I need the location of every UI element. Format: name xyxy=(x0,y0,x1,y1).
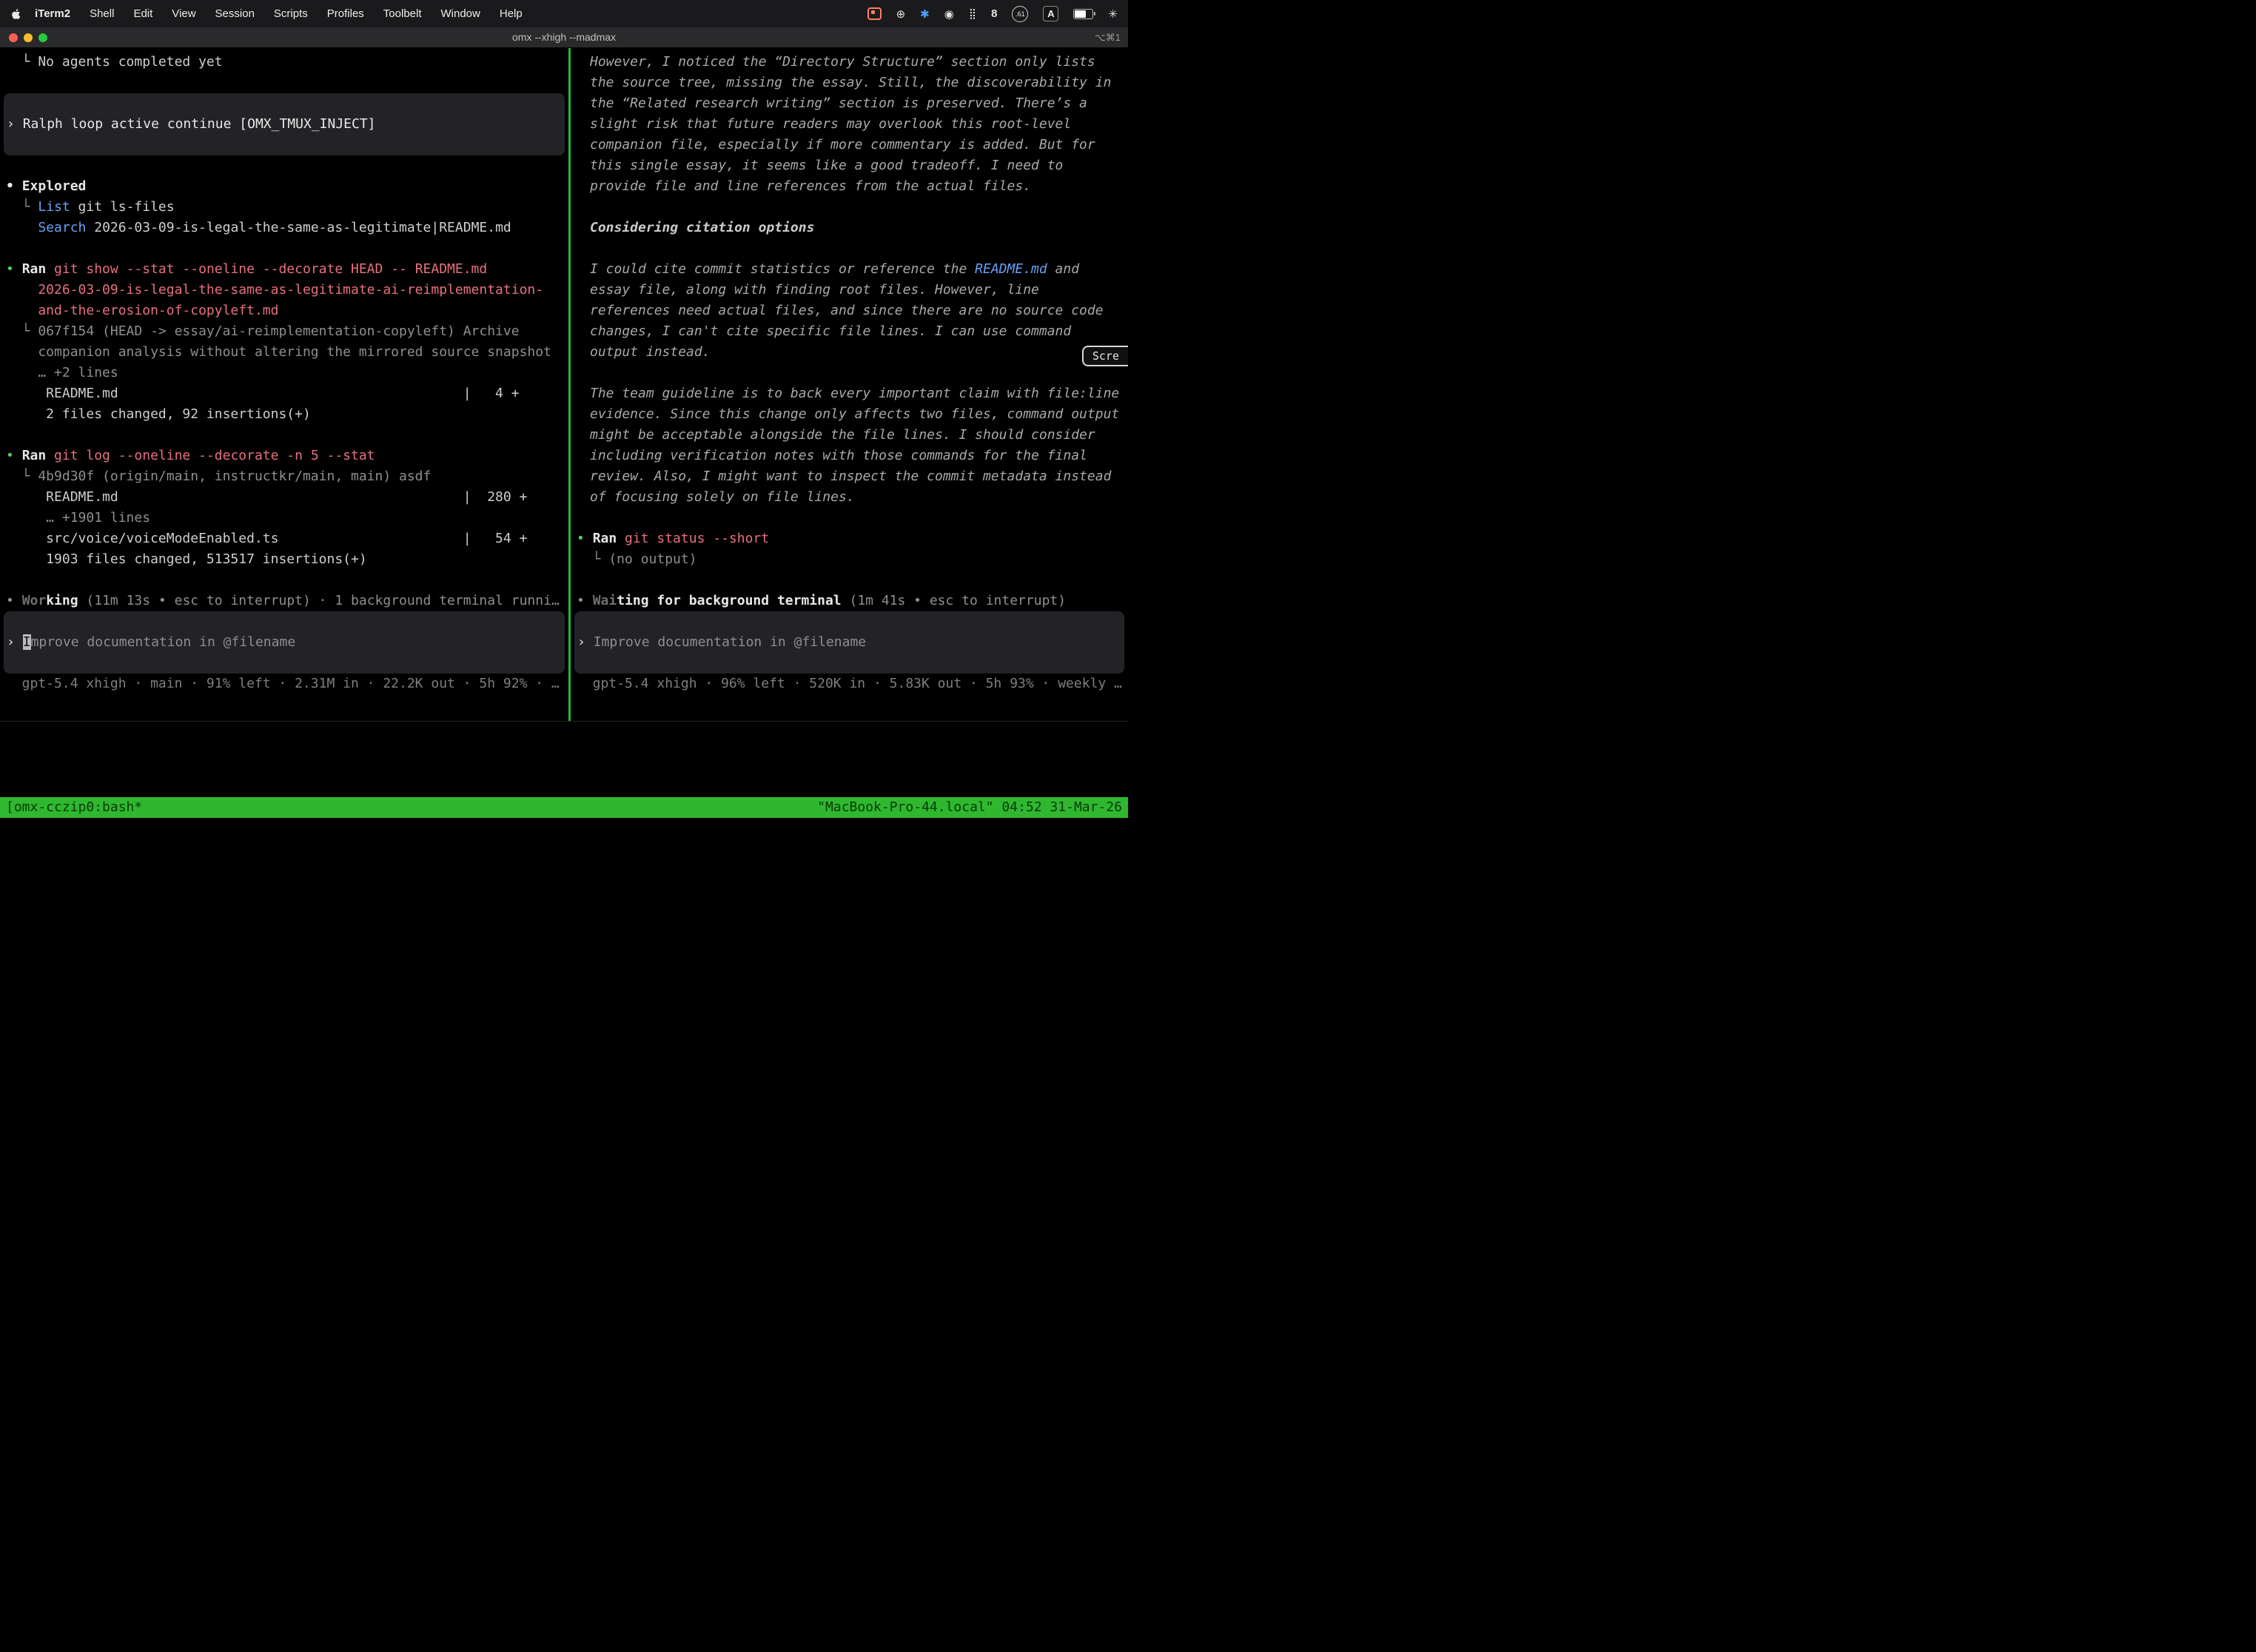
banner-chevron-icon: › xyxy=(7,116,23,132)
ran-git-show-row: • Ran git show --stat --oneline --decora… xyxy=(0,259,568,280)
control-center-icon[interactable]: ✳ xyxy=(1108,7,1118,21)
git-log-stat-2: src/voice/voiceModeEnabled.ts | 54 + xyxy=(0,528,568,549)
menu-shell[interactable]: Shell xyxy=(80,7,124,20)
agents-completed-note: └ No agents completed yet xyxy=(0,52,568,73)
menu-window[interactable]: Window xyxy=(432,7,490,20)
git-show-output-1: └ 067f154 (HEAD -> essay/ai-reimplementa… xyxy=(0,321,568,342)
menu-scripts[interactable]: Scripts xyxy=(264,7,318,20)
waiting-status-row: • Waiting for background terminal (1m 41… xyxy=(571,591,1128,611)
figure-eight-icon[interactable]: 8 xyxy=(991,7,997,20)
git-log-stat-1: README.md | 280 + xyxy=(0,487,568,508)
working-status-row: • Working (11m 13s • esc to interrupt) ·… xyxy=(0,591,568,611)
right-terminal-pane: However, I noticed the “Directory Struct… xyxy=(571,48,1128,721)
desktop-screen: iTerm2 Shell Edit View Session Scripts P… xyxy=(0,0,1128,826)
section-bullet-icon: • xyxy=(6,178,22,194)
menu-toolbelt[interactable]: Toolbelt xyxy=(374,7,432,20)
tmux-status-bar: [omx-cczip0:bash* "MacBook-Pro-44.local"… xyxy=(0,797,1128,818)
swirl-app-icon[interactable]: ✱ xyxy=(920,7,930,21)
window-shortcut-hint: ⌥⌘1 xyxy=(1095,27,1121,48)
reasoning-paragraph-1: However, I noticed the “Directory Struct… xyxy=(590,52,1124,197)
ralph-loop-text: Ralph loop active continue [OMX_TMUX_INJ… xyxy=(23,116,376,132)
menu-profiles[interactable]: Profiles xyxy=(318,7,374,20)
prompt-chevron-icon: › xyxy=(577,634,594,650)
dots-grid-icon[interactable]: ⣿ xyxy=(969,8,976,20)
git-status-output: └ (no output) xyxy=(571,549,1128,570)
ralph-loop-banner: › Ralph loop active continue [OMX_TMUX_I… xyxy=(4,93,565,155)
reasoning-paragraph-3: The team guideline is to back every impo… xyxy=(590,383,1124,508)
git-log-stat-3: 1903 files changed, 513517 insertions(+) xyxy=(0,549,568,570)
git-show-truncation: … +2 lines xyxy=(0,363,568,383)
tmux-panes: └ No agents completed yet › Ralph loop a… xyxy=(0,48,1128,722)
menu-edit[interactable]: Edit xyxy=(124,7,162,20)
spinner-bullet-icon: • xyxy=(6,593,22,608)
git-log-output-1: └ 4b9d30f (origin/main, instructkr/main,… xyxy=(0,466,568,487)
text-cursor: I xyxy=(23,634,31,650)
run-bullet-icon: • xyxy=(577,531,593,546)
ran-git-status-row: • Ran git status --short xyxy=(571,528,1128,549)
explored-section-header: • Explored xyxy=(0,176,568,197)
readme-link[interactable]: README.md xyxy=(975,261,1047,277)
a-app-icon[interactable]: A xyxy=(1043,6,1058,21)
terminal-area: └ No agents completed yet › Ralph loop a… xyxy=(0,48,1128,826)
git-show-arg-wrap-2: and-the-erosion-of-copyleft.md xyxy=(0,300,568,321)
reasoning-heading: Considering citation options xyxy=(571,218,1128,238)
prompt-input[interactable]: › Improve documentation in @filename xyxy=(4,611,565,674)
globe-icon[interactable]: ⊕ xyxy=(896,7,906,21)
app-circle-icon[interactable]: ◉ xyxy=(944,7,954,21)
screen-recording-indicator-icon[interactable] xyxy=(867,7,882,20)
omx-status-bar: [OMX#0.11.9]cczip/essay/ai-reimplementat… xyxy=(6,735,1128,756)
model-status-line: gpt-5.4 xhigh · main · 91% left · 2.31M … xyxy=(0,674,568,694)
menu-help[interactable]: Help xyxy=(490,7,532,20)
tree-branch-glyph: └ xyxy=(6,199,38,215)
prompt-chevron-icon: › xyxy=(7,634,23,650)
tmux-session-name: [omx-cczip0:bash* xyxy=(6,797,142,818)
apple-logo-icon[interactable] xyxy=(10,8,22,20)
window-title: omx --xhigh --madmax xyxy=(0,27,1128,48)
run-bullet-icon: • xyxy=(6,448,22,463)
git-log-truncation: … +1901 lines xyxy=(0,508,568,528)
window-title-bar: omx --xhigh --madmax ⌥⌘1 xyxy=(0,27,1128,48)
menu-bar-status-icons: ⊕ ✱ ◉ ⣿ 8 .61 A ✳ xyxy=(867,6,1118,22)
menu-session[interactable]: Session xyxy=(206,7,264,20)
run-bullet-icon: • xyxy=(6,261,22,277)
git-show-arg-wrap-1: 2026-03-09-is-legal-the-same-as-legitima… xyxy=(0,280,568,300)
git-show-output-2: companion analysis without altering the … xyxy=(0,342,568,363)
ran-git-log-row: • Ran git log --oneline --decorate -n 5 … xyxy=(0,446,568,466)
tool-list-row: └ List git ls-files xyxy=(0,197,568,218)
tool-search-row: Search 2026-03-09-is-legal-the-same-as-l… xyxy=(0,218,568,238)
prompt-text: Improve documentation in @filename xyxy=(594,634,866,650)
screen-overlay-tab[interactable]: Scre xyxy=(1082,346,1128,366)
gauge-circle-icon[interactable]: .61 xyxy=(1012,6,1028,22)
model-status-line-right: gpt-5.4 xhigh · 96% left · 520K in · 5.8… xyxy=(571,674,1128,694)
git-show-stat-1: README.md | 4 + xyxy=(0,383,568,404)
git-show-stat-2: 2 files changed, 92 insertions(+) xyxy=(0,404,568,425)
menu-view[interactable]: View xyxy=(162,7,205,20)
menu-iterm2[interactable]: iTerm2 xyxy=(25,7,80,20)
left-terminal-pane: └ No agents completed yet › Ralph loop a… xyxy=(0,48,568,721)
prompt-input-right[interactable]: › Improve documentation in @filename xyxy=(574,611,1124,674)
battery-icon[interactable] xyxy=(1073,9,1093,19)
menu-bar: iTerm2 Shell Edit View Session Scripts P… xyxy=(0,0,1128,27)
tmux-host-time: "MacBook-Pro-44.local" 04:52 31-Mar-26 xyxy=(817,797,1122,818)
prompt-text: mprove documentation in @filename xyxy=(31,634,296,650)
spinner-bullet-icon: • xyxy=(577,593,593,608)
reasoning-paragraph-2: I could cite commit statistics or refere… xyxy=(590,259,1124,363)
